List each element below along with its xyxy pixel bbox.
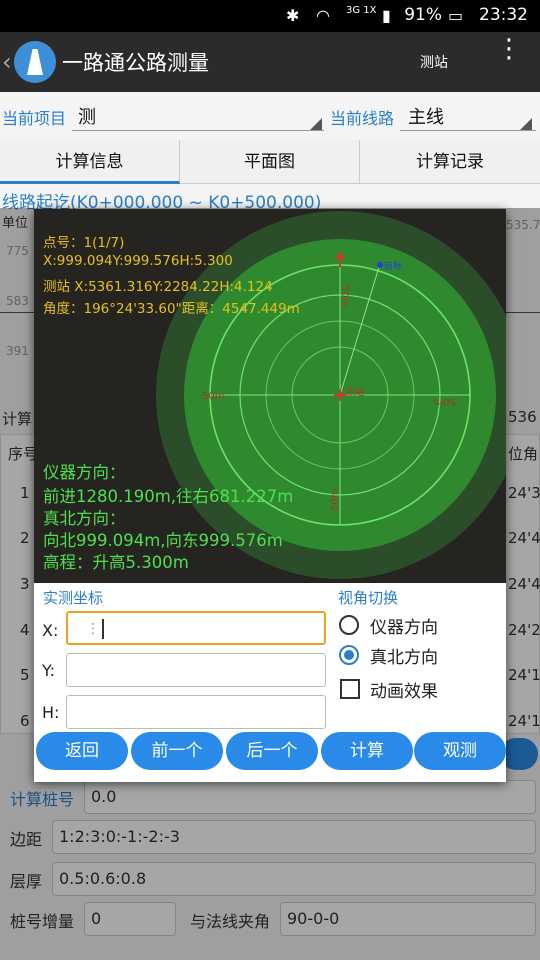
north-direction-title: 真北方向： [43,509,126,528]
back-button[interactable]: 返回 [36,732,128,770]
next-button[interactable]: 后一个 [226,732,318,770]
tab-plan[interactable]: 平面图 [180,140,360,184]
previous-button[interactable]: 前一个 [131,732,223,770]
instrument-direction-value: 前进1280.190m,往右681.227m [43,487,294,506]
calculate-button[interactable]: 计算 [321,732,413,770]
point-coords: X:999.094Y:999.576H:5.300 [43,253,233,269]
app-title: 一路通公路测量 [62,51,209,75]
x-input[interactable]: ⋮ [66,611,326,645]
point-number: 点号：1(1/7) [43,235,125,251]
project-label: 当前项目 [2,109,67,128]
north-direction-option[interactable]: 真北方向 [370,643,438,668]
text-caret [102,619,104,639]
line-dropdown-icon[interactable] [520,118,532,130]
animation-option[interactable]: 动画效果 [370,677,438,702]
battery-icon: ▭ [448,6,464,25]
instrument-direction-radio[interactable] [339,615,359,635]
bluetooth-icon: ✱ [286,6,300,25]
clock: 23:32 [479,5,528,25]
measured-coords-title: 实测坐标 [43,589,104,607]
wifi-icon: ◠ [316,6,330,25]
line-select[interactable]: 主线 [408,103,444,129]
y-label: Y: [42,661,56,680]
y-input[interactable] [66,653,326,687]
station-label: 测站 [346,386,364,398]
line-label: 当前线路 [330,109,395,128]
radar-label-right: 50m [434,396,456,407]
stakeout-dialog: 50m 50m 50m 50m 测站 目标 点号：1(1/7) X:999.09… [34,209,506,782]
line-underline [400,130,536,131]
selector-row: 当前项目 测 当前线路 主线 [0,92,540,140]
tab-bar: 计算信息 平面图 计算记录 [0,140,540,184]
sim-icon: ▮ [382,6,391,25]
app-logo[interactable] [14,41,56,83]
observe-button[interactable]: 观测 [414,732,506,770]
status-bar: ✱ ◠ 3G 1X ▮ 91% ▭ 23:32 [0,0,540,32]
radar-label-top: 50m [339,285,350,307]
project-select[interactable]: 测 [78,103,96,129]
project-dropdown-icon[interactable] [310,118,322,130]
station-coords: 测站 X:5361.316Y:2284.22H:4.124 [43,279,273,295]
instrument-direction-option[interactable]: 仪器方向 [370,613,438,638]
radar-label-bottom: 50m [330,489,341,511]
signal-icon: 3G 1X [346,5,377,16]
back-chevron-icon[interactable]: ‹ [2,48,12,76]
overflow-menu-icon[interactable]: ⋮ [496,36,522,62]
animation-checkbox[interactable] [340,679,360,699]
radar-view: 50m 50m 50m 50m 测站 目标 点号：1(1/7) X:999.09… [34,209,506,583]
target-marker-icon [377,262,383,268]
north-direction-radio[interactable] [339,645,359,665]
instrument-direction-title: 仪器方向： [43,463,126,482]
h-label: H: [42,703,60,722]
tab-calc-info[interactable]: 计算信息 [0,140,180,184]
target-label: 目标 [384,260,402,272]
battery-percent: 91% [404,5,442,25]
app-bar: ‹ 一路通公路测量 测站 ⋮ [0,32,540,92]
north-direction-value: 向北999.094m,向东999.576m [43,531,283,550]
elevation-value: 高程：升高5.300m [43,553,189,572]
text-handle-icon[interactable]: ⋮ [86,621,100,637]
radar-label-left: 50m [202,391,224,402]
x-label: X: [42,621,59,640]
tab-calc-record[interactable]: 计算记录 [360,140,540,184]
angle-distance: 角度：196°24'33.60"距离：4547.449m [43,301,300,317]
project-underline [72,130,324,131]
station-button[interactable]: 测站 [420,52,448,72]
h-input[interactable] [66,695,326,729]
view-switch-title: 视角切换 [338,589,399,607]
